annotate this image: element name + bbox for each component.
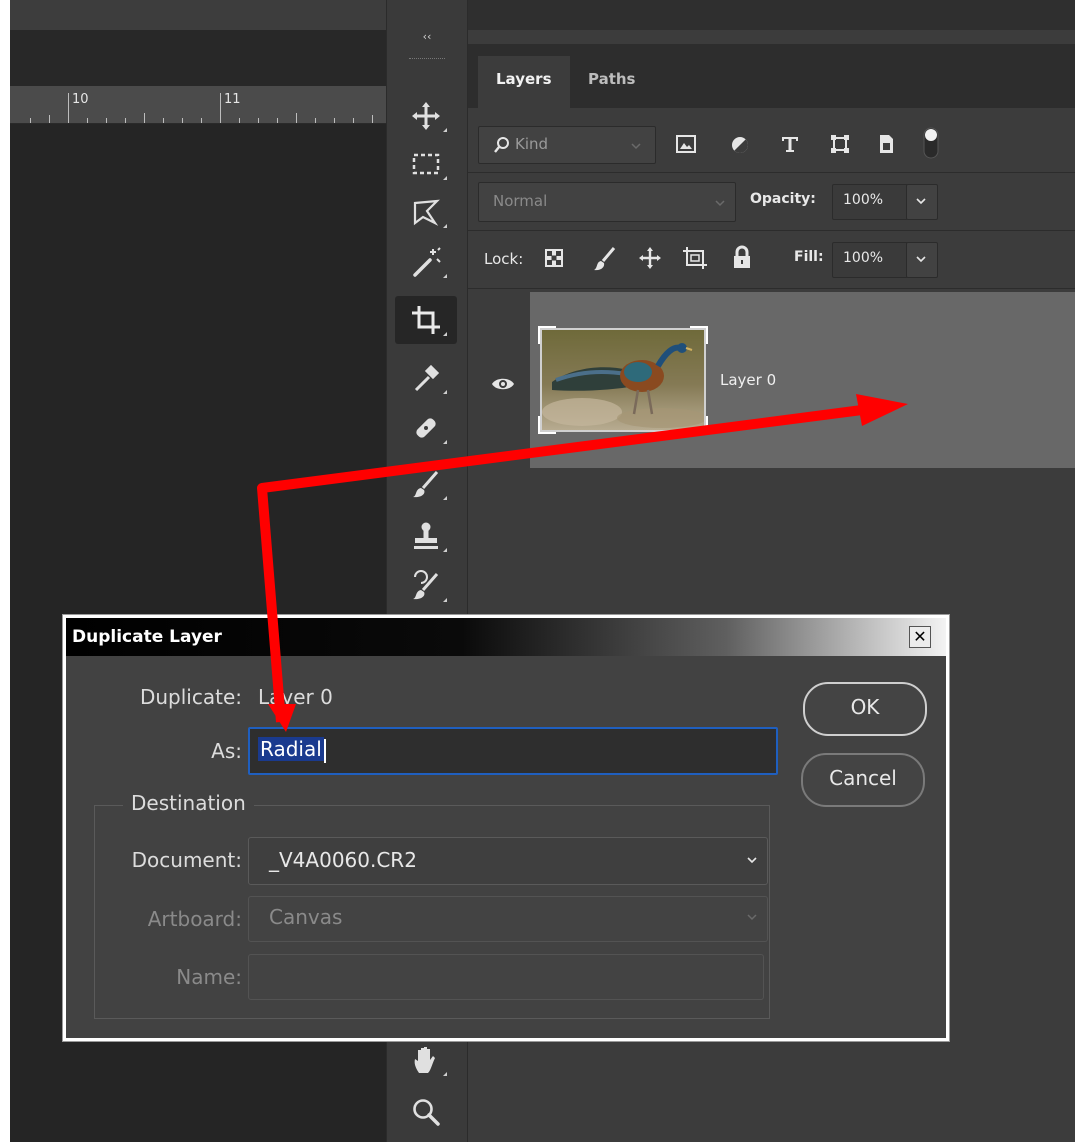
lasso-icon — [413, 199, 440, 226]
ruler-label-11: 11 — [224, 92, 241, 107]
brush-icon — [413, 471, 439, 498]
duplicate-layer-dialog: Duplicate Layer ✕ Duplicate: Layer 0 As:… — [62, 614, 950, 1042]
chevron-down-icon — [916, 256, 926, 263]
zoom-icon — [413, 1099, 440, 1126]
horizontal-ruler: 10 11 — [10, 86, 386, 124]
document-label: Document: — [131, 848, 242, 872]
crop-icon — [412, 306, 440, 334]
healing-brush-tool[interactable] — [395, 404, 457, 452]
magic-wand-tool[interactable] — [395, 238, 457, 286]
eyedropper-tool[interactable] — [395, 354, 457, 402]
layer-name[interactable]: Layer 0 — [720, 371, 776, 389]
dialog-body: Duplicate Layer ✕ Duplicate: Layer 0 As:… — [66, 618, 946, 1038]
fill-label: Fill: — [794, 249, 824, 265]
type-layer-filter-icon[interactable] — [780, 134, 800, 154]
fill-input[interactable]: 100% — [832, 242, 908, 278]
chevron-down-icon — [747, 914, 757, 921]
filter-kind-label: Kind — [515, 135, 549, 153]
tab-paths[interactable]: Paths — [570, 56, 654, 108]
lock-artboard-icon[interactable] — [682, 246, 708, 270]
pixel-layer-filter-icon[interactable] — [676, 135, 696, 153]
clone-stamp-tool[interactable] — [395, 512, 457, 560]
opacity-input[interactable]: 100% — [832, 184, 908, 220]
ok-button[interactable]: OK — [803, 682, 927, 736]
history-brush-icon — [413, 570, 439, 600]
duplicate-source-name: Layer 0 — [258, 685, 333, 709]
opacity-label: Opacity: — [750, 191, 816, 207]
chevron-down-icon — [747, 857, 757, 864]
tab-layers[interactable]: Layers — [478, 56, 570, 108]
history-brush-tool[interactable] — [395, 562, 457, 610]
marquee-icon — [412, 153, 440, 175]
dialog-title-bar[interactable]: Duplicate Layer ✕ — [66, 618, 946, 656]
brush-tool[interactable] — [395, 460, 457, 508]
layer-filter-row: Kind — [468, 116, 1075, 173]
peacock-thumbnail-image — [542, 330, 707, 430]
destination-legend: Destination — [123, 791, 254, 815]
marquee-tool[interactable] — [395, 140, 457, 188]
cancel-button[interactable]: Cancel — [801, 753, 925, 807]
chevron-down-icon — [916, 198, 926, 205]
as-label: As: — [211, 739, 242, 763]
lock-all-icon[interactable] — [732, 245, 752, 269]
duplicate-label: Duplicate: — [139, 685, 242, 709]
zoom-tool[interactable] — [395, 1088, 457, 1136]
as-name-input[interactable]: Radial — [248, 727, 778, 775]
blend-mode-value: Normal — [493, 192, 548, 210]
opacity-value: 100% — [843, 192, 884, 208]
blend-row: Normal Opacity: 100% — [468, 174, 1075, 231]
document-value: _V4A0060.CR2 — [269, 848, 417, 872]
name-input — [248, 954, 764, 1000]
as-name-value: Radial — [258, 737, 324, 761]
search-icon — [494, 137, 509, 153]
hand-tool[interactable] — [395, 1036, 457, 1084]
collapse-panels-button[interactable]: ‹‹ — [387, 30, 467, 44]
document-select[interactable]: _V4A0060.CR2 — [248, 837, 768, 885]
magic-wand-icon — [413, 247, 441, 277]
ruler-label-10: 10 — [72, 92, 89, 107]
text-caret — [323, 738, 326, 763]
close-icon[interactable]: ✕ — [909, 626, 931, 648]
document-tab-bar — [10, 0, 386, 30]
move-icon — [412, 102, 440, 130]
artboard-label: Artboard: — [147, 907, 242, 931]
stamp-icon — [414, 522, 438, 549]
fill-value: 100% — [843, 250, 884, 266]
lock-label: Lock: — [484, 250, 524, 268]
lock-position-icon[interactable] — [638, 246, 662, 270]
panel-grip[interactable] — [409, 58, 445, 61]
eyedropper-icon — [414, 364, 440, 392]
move-tool[interactable] — [395, 92, 457, 140]
name-label: Name: — [176, 965, 242, 989]
panel-dock-bar — [468, 0, 1075, 30]
lock-row: Lock: Fill: 100% — [468, 232, 1075, 289]
dialog-title: Duplicate Layer — [72, 627, 222, 647]
opacity-dropdown[interactable] — [906, 184, 938, 220]
artboard-select: Canvas — [248, 896, 768, 942]
smart-object-filter-icon[interactable] — [876, 134, 896, 154]
visibility-eye-icon[interactable] — [490, 374, 516, 394]
layer-thumbnail[interactable] — [540, 328, 707, 432]
hand-icon — [414, 1047, 435, 1073]
lasso-tool[interactable] — [395, 188, 457, 236]
blend-mode-select[interactable]: Normal — [478, 182, 736, 222]
chevron-down-icon — [715, 200, 725, 207]
filter-kind-select[interactable]: Kind — [478, 126, 656, 164]
crop-tool[interactable] — [395, 296, 457, 344]
lock-image-pixels-icon[interactable] — [592, 246, 616, 272]
bandage-icon — [416, 418, 436, 438]
chevron-down-icon — [631, 143, 641, 150]
shape-layer-filter-icon[interactable] — [830, 134, 850, 154]
filter-toggle-icon[interactable] — [922, 126, 940, 160]
lock-transparent-pixels-icon[interactable] — [544, 248, 564, 268]
artboard-value: Canvas — [269, 905, 343, 929]
adjustment-layer-filter-icon[interactable] — [730, 135, 750, 155]
fill-dropdown[interactable] — [906, 242, 938, 278]
